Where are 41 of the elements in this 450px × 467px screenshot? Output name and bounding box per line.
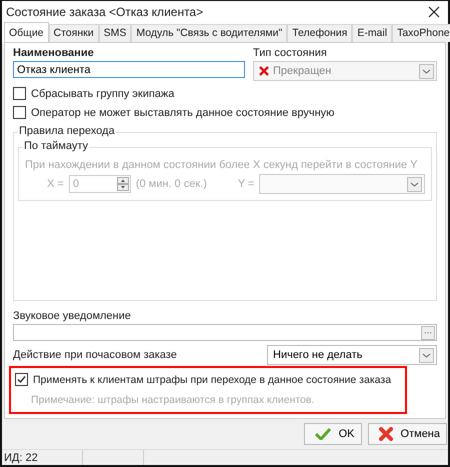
note-text: Примечание: штрафы настраиваются в группах клиентов. [31,394,316,406]
chevron-icon [419,64,434,78]
y-label: Y = [238,178,254,190]
close-icon[interactable] [428,6,440,18]
status-text: ИД: 22 [3,452,39,464]
field-label: Звуковое уведомление [13,310,132,323]
tab[interactable]: TaxoPhone [392,24,450,42]
tab[interactable]: SMS [98,24,132,42]
tab[interactable]: Общие [4,22,49,42]
browse-button[interactable]: ··· [421,326,435,340]
checkbox[interactable] [13,106,26,119]
sound-field[interactable]: ··· [13,324,437,341]
tab[interactable]: Стоянки [48,24,99,42]
hourly-action-dropdown[interactable]: Ничего не делать [267,345,437,365]
checkbox[interactable] [13,87,26,100]
description-text: При нахождении в данном состоянии более X секунд перейти в состояние Y [25,159,419,171]
field-label: Тип состояния [253,47,328,60]
name-field[interactable]: Отказ клиента [13,61,245,78]
checkmark-icon [314,428,331,440]
tab[interactable]: Телефония [287,24,352,42]
tab[interactable]: Модуль "Связь с водителями" [131,24,288,42]
cross-icon [259,66,269,76]
checkbox[interactable] [15,373,28,386]
ok-button[interactable]: OK [304,423,362,445]
checkbox-label: Оператор не может выставлять данное состояние вручную [31,106,334,118]
chevron-icon [419,348,434,362]
field-label: Наименование [13,47,95,60]
x-label: X = [47,178,64,190]
cross-icon [378,427,393,441]
tab[interactable]: E-mail [352,24,392,42]
cancel-button[interactable]: Отмена [368,423,447,445]
chevron-icon [407,176,422,192]
group-title: Правила перехода [18,125,116,138]
status-bar-panel [82,450,144,465]
window-title: Состояние заказа <Отказ клиента> [6,5,204,19]
spinner-icon [116,177,129,191]
checkbox-label: Сбрасывать группу экипажа [31,88,174,100]
group-title: По таймауту [23,140,89,153]
x-hint: (0 мин. 0 сек.) [136,178,208,190]
field-label: Действие при почасовом заказе [13,349,177,361]
checkbox-label: Применять к клиентам штрафы при переходе в данное состояние заказа [33,374,392,386]
